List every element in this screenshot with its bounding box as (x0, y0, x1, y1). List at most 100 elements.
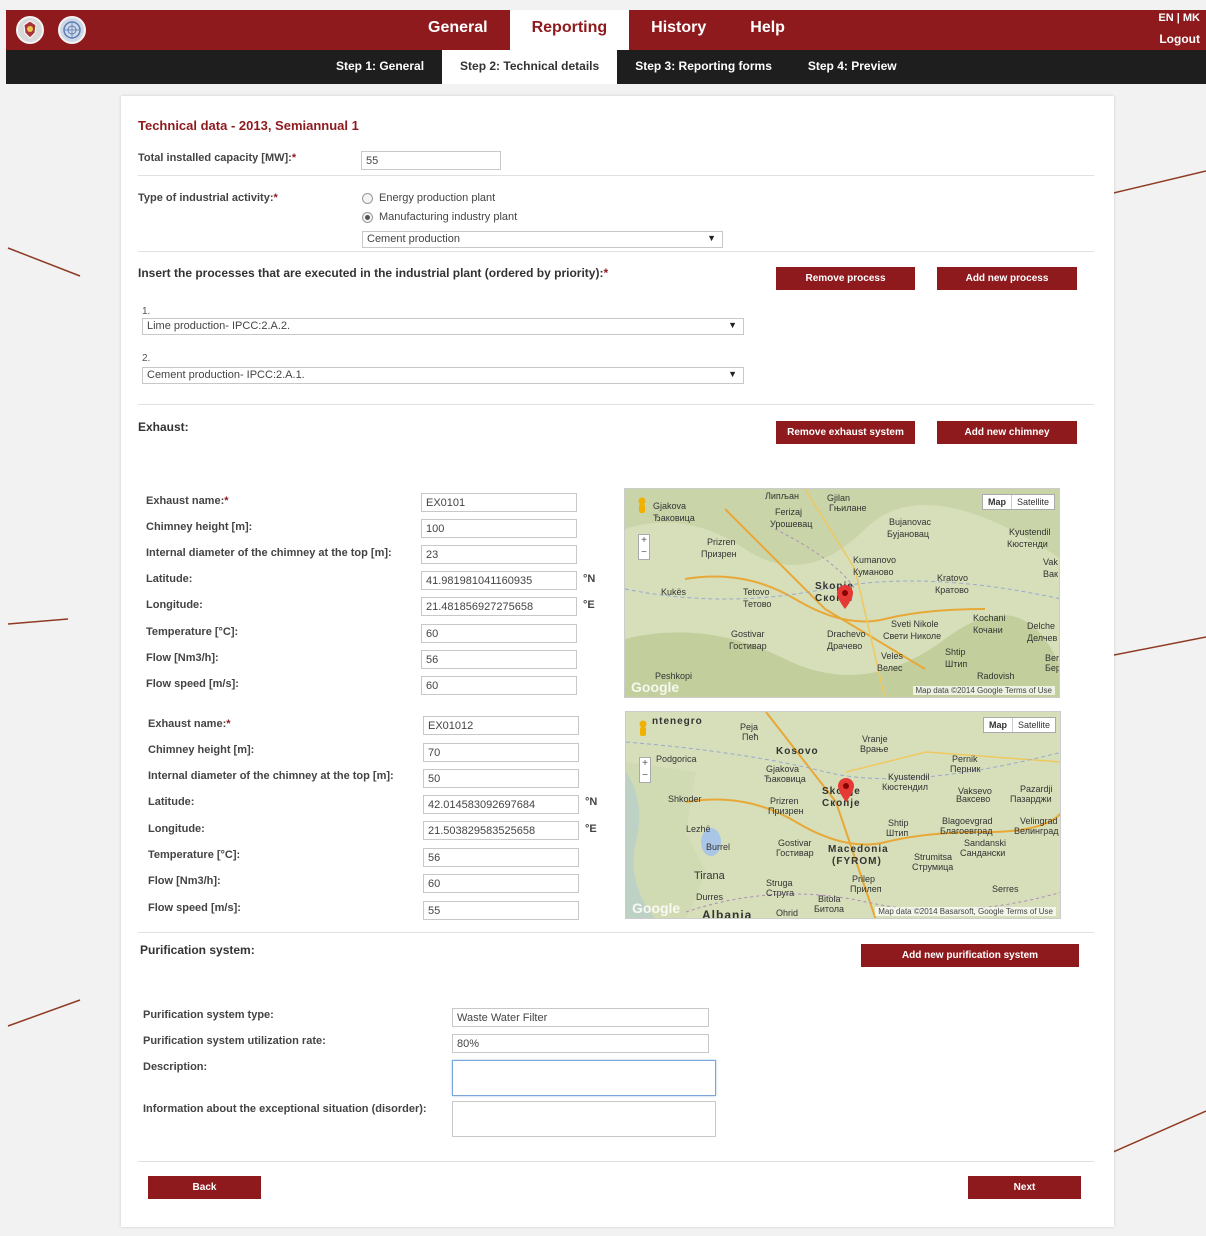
map-attribution[interactable]: Map data ©2014 Basarsoft, Google Terms o… (875, 907, 1056, 916)
process-select-2[interactable]: Cement production- IPCC:2.A.1. ▼ (142, 367, 744, 384)
flow-speed-input[interactable]: 55 (423, 901, 579, 920)
divider (138, 404, 1094, 405)
tab-general[interactable]: General (406, 10, 510, 50)
remove-exhaust-system-button[interactable]: Remove exhaust system (776, 421, 915, 444)
exceptional-situation-textarea[interactable] (452, 1101, 716, 1137)
zoom-out-icon[interactable]: − (640, 770, 650, 782)
map-label: Pazardji (1020, 784, 1053, 794)
step-2-technical-details[interactable]: Step 2: Technical details (442, 50, 618, 84)
street-view-pegman-icon[interactable] (637, 497, 647, 517)
step-4-preview[interactable]: Step 4: Preview (790, 50, 915, 84)
latitude-label: Latitude: (146, 573, 193, 585)
flow-input[interactable]: 56 (421, 650, 577, 669)
map-type-map[interactable]: Map (983, 495, 1012, 509)
chimney-diameter-input[interactable]: 23 (421, 545, 577, 564)
temperature-input[interactable]: 56 (423, 848, 579, 867)
map-label: Бујановац (887, 529, 930, 539)
radio-label: Energy production plant (379, 192, 496, 204)
chimney-height-input[interactable]: 70 (423, 743, 579, 762)
latitude-input[interactable]: 42.014583092697684 (423, 795, 579, 814)
map-label: Serres (992, 884, 1019, 894)
map-label: Велес (877, 663, 903, 673)
map-type-satellite[interactable]: Satellite (1013, 718, 1055, 732)
language-switcher[interactable]: EN | MK (1158, 10, 1200, 26)
radio-button-selected[interactable] (362, 211, 373, 223)
zoom-control[interactable]: + − (638, 534, 650, 560)
exhaust-name-input[interactable]: EX01012 (423, 716, 579, 735)
chimney-diameter-input[interactable]: 50 (423, 769, 579, 788)
remove-process-button[interactable]: Remove process (776, 267, 915, 290)
tab-reporting[interactable]: Reporting (509, 10, 630, 50)
map-label: Благоевград (940, 826, 993, 836)
location-map-1[interactable]: + − Map Satellite Gjakova Ђаковица Ferizaj… (624, 488, 1060, 698)
longitude-input[interactable]: 21.503829583525658 (423, 821, 579, 840)
map-label: Pernik (952, 754, 978, 764)
map-label: Вак (1043, 569, 1058, 579)
location-map-2[interactable]: + − Map Satellite ntenegro Kosovo Peja Пећ… (625, 711, 1061, 919)
back-button[interactable]: Back (148, 1176, 261, 1199)
map-label: Штип (945, 659, 968, 669)
map-attribution[interactable]: Map data ©2014 Google Terms of Use (912, 686, 1055, 695)
description-textarea[interactable] (452, 1060, 716, 1096)
map-label: Перник (950, 764, 981, 774)
map-label: Драчево (827, 641, 863, 651)
flow-input[interactable]: 60 (423, 874, 579, 893)
map-type-toggle[interactable]: Map Satellite (982, 717, 1056, 733)
zoom-control[interactable]: + − (639, 757, 651, 783)
chimney-height-label: Chimney height [m]: (146, 521, 253, 533)
utilization-rate-input[interactable]: 80% (452, 1034, 709, 1053)
purification-type-input[interactable]: Waste Water Filter (452, 1008, 709, 1027)
description-label: Description: (143, 1061, 208, 1073)
map-label: Пазарджи (1010, 794, 1052, 804)
zoom-in-icon[interactable]: + (640, 758, 650, 770)
radio-button[interactable] (362, 192, 373, 204)
zoom-out-icon[interactable]: − (639, 547, 649, 559)
zoom-in-icon[interactable]: + (639, 535, 649, 547)
map-type-map[interactable]: Map (984, 718, 1013, 732)
street-view-pegman-icon[interactable] (638, 720, 648, 740)
longitude-input[interactable]: 21.481856927275658 (421, 597, 577, 616)
add-new-chimney-button[interactable]: Add new chimney (937, 421, 1077, 444)
add-new-process-button[interactable]: Add new process (937, 267, 1077, 290)
tab-history[interactable]: History (629, 10, 728, 50)
map-type-satellite[interactable]: Satellite (1012, 495, 1054, 509)
map-label: Gjakova (653, 501, 687, 511)
chimney-height-input[interactable]: 100 (421, 519, 577, 538)
coat-of-arms-logo (16, 16, 44, 44)
map-label: Врање (860, 744, 889, 754)
logout-link[interactable]: Logout (1158, 31, 1200, 47)
map-label: Strumitsa (914, 852, 953, 862)
temperature-input[interactable]: 60 (421, 624, 577, 643)
add-purification-system-button[interactable]: Add new purification system (861, 944, 1079, 967)
map-label: Prizren (707, 537, 736, 547)
map-type-toggle[interactable]: Map Satellite (981, 494, 1055, 510)
industry-select[interactable]: Cement production ▼ (362, 231, 723, 248)
flow-speed-input[interactable]: 60 (421, 676, 577, 695)
radio-manufacturing-industry[interactable]: Manufacturing industry plant (362, 211, 517, 223)
exhaust-name-label: Exhaust name:* (146, 495, 229, 507)
chimney-diameter-label: Internal diameter of the chimney at the … (146, 547, 392, 559)
map-label: Delche (1027, 621, 1056, 631)
step-1-general[interactable]: Step 1: General (318, 50, 442, 84)
map-label: Велинград (1014, 826, 1059, 836)
map-label: Kochani (973, 613, 1006, 623)
exhaust-name-input[interactable]: EX0101 (421, 493, 577, 512)
flow-speed-label: Flow speed [m/s]: (148, 902, 241, 914)
required-mark: * (273, 192, 278, 204)
radio-energy-production[interactable]: Energy production plant (362, 192, 495, 204)
temperature-label: Temperature [°C]: (146, 626, 239, 638)
step-3-reporting-forms[interactable]: Step 3: Reporting forms (617, 50, 790, 84)
map-label: Струмица (912, 862, 954, 872)
chimney-height-label: Chimney height [m]: (148, 744, 255, 756)
process-select-value: Lime production- IPCC:2.A.2. (147, 320, 291, 332)
process-select-1[interactable]: Lime production- IPCC:2.A.2. ▼ (142, 318, 744, 335)
tab-help[interactable]: Help (728, 10, 807, 50)
flow-label: Flow [Nm3/h]: (148, 875, 221, 887)
capacity-input[interactable]: 55 (361, 151, 501, 170)
latitude-input[interactable]: 41.981981041160935 (421, 571, 577, 590)
main-nav: General Reporting History Help (406, 10, 807, 50)
map-label: Macedonia (828, 844, 889, 855)
next-button[interactable]: Next (968, 1176, 1081, 1199)
map-label: Lezhë (686, 824, 711, 834)
latitude-unit: °N (583, 573, 596, 585)
